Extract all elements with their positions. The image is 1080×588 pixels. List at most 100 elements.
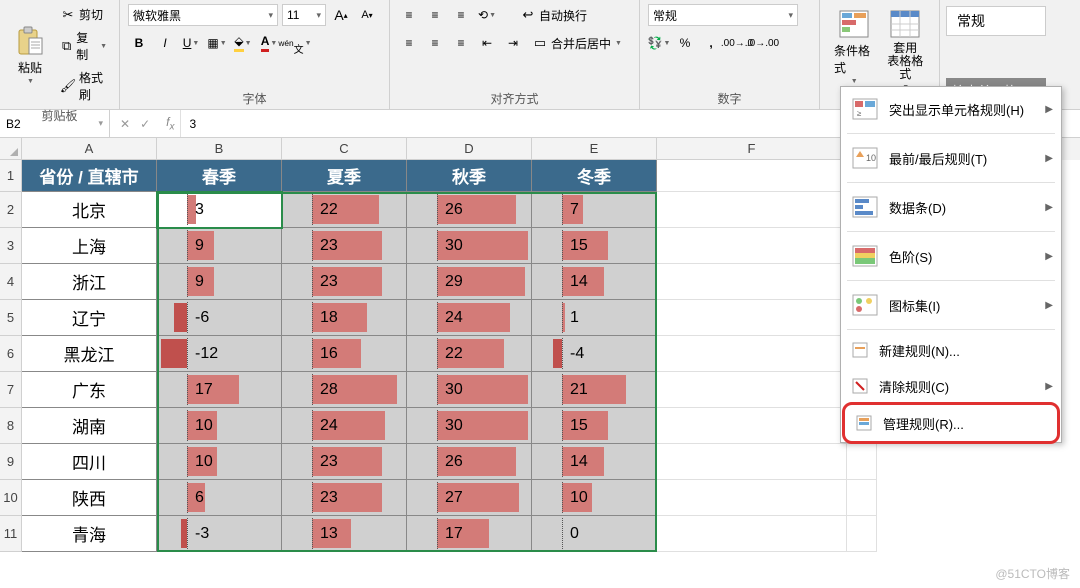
comma-button[interactable]: , [700, 32, 722, 54]
cf-manage-rules[interactable]: 管理规则(R)... [842, 402, 1060, 444]
increase-font-button[interactable]: A▴ [330, 4, 352, 26]
label-cell[interactable]: 上海 [22, 228, 157, 264]
data-cell[interactable]: 6 [157, 480, 282, 516]
data-cell[interactable]: 18 [282, 300, 407, 336]
column-header-C[interactable]: C [282, 138, 407, 160]
data-cell[interactable]: 0 [532, 516, 657, 552]
row-header-10[interactable]: 10 [0, 480, 22, 516]
empty-cell[interactable] [847, 516, 877, 552]
data-cell[interactable]: 30 [407, 408, 532, 444]
number-format-select[interactable]: 常规 [648, 4, 798, 26]
column-header-F[interactable]: F [657, 138, 847, 160]
header-cell[interactable]: 省份 / 直辖市 [22, 160, 157, 192]
underline-button[interactable]: U▼ [180, 32, 202, 54]
align-top-button[interactable]: ≡ [398, 4, 420, 26]
row-header-11[interactable]: 11 [0, 516, 22, 552]
currency-button[interactable]: 💱▼ [648, 32, 670, 54]
data-cell[interactable]: 30 [407, 228, 532, 264]
phonetic-button[interactable]: wén文▼ [284, 32, 306, 54]
data-cell[interactable]: 24 [282, 408, 407, 444]
italic-button[interactable]: I [154, 32, 176, 54]
data-cell[interactable]: 21 [532, 372, 657, 408]
merge-center-button[interactable]: ▭合并后居中▼ [528, 33, 626, 54]
header-cell[interactable]: 春季 [157, 160, 282, 192]
empty-cell[interactable] [657, 480, 847, 516]
data-cell[interactable]: 14 [532, 444, 657, 480]
indent-decrease-button[interactable]: ⇤ [476, 32, 498, 54]
font-size-select[interactable]: 11 [282, 4, 326, 26]
align-middle-button[interactable]: ≡ [424, 4, 446, 26]
orientation-button[interactable]: ⟲▼ [476, 4, 498, 26]
data-cell[interactable]: 7 [532, 192, 657, 228]
data-cell[interactable]: -3 [157, 516, 282, 552]
row-header-7[interactable]: 7 [0, 372, 22, 408]
label-cell[interactable]: 青海 [22, 516, 157, 552]
row-header-2[interactable]: 2 [0, 192, 22, 228]
row-header-5[interactable]: 5 [0, 300, 22, 336]
label-cell[interactable]: 浙江 [22, 264, 157, 300]
percent-button[interactable]: % [674, 32, 696, 54]
data-cell[interactable]: 22 [407, 336, 532, 372]
label-cell[interactable]: 北京 [22, 192, 157, 228]
format-painter-button[interactable]: 🖌格式刷 [56, 67, 111, 105]
header-cell[interactable]: 夏季 [282, 160, 407, 192]
table-format-button[interactable]: 套用 表格格式 ▼ [880, 4, 932, 95]
empty-cell[interactable] [657, 192, 847, 228]
header-cell[interactable]: 秋季 [407, 160, 532, 192]
column-header-D[interactable]: D [407, 138, 532, 160]
cf-data-bars[interactable]: 数据条(D) ▶ [841, 185, 1061, 229]
cf-clear-rules[interactable]: 清除规则(C) ▶ [841, 368, 1061, 404]
paste-button[interactable]: 粘贴 ▼ [8, 21, 52, 89]
empty-cell[interactable] [847, 480, 877, 516]
increase-decimal-button[interactable]: .00→.0 [726, 32, 748, 54]
data-cell[interactable]: -4 [532, 336, 657, 372]
bold-button[interactable]: B [128, 32, 150, 54]
border-button[interactable]: ▦▼ [206, 32, 228, 54]
label-cell[interactable]: 辽宁 [22, 300, 157, 336]
label-cell[interactable]: 黑龙江 [22, 336, 157, 372]
name-box[interactable]: B2 [0, 110, 110, 137]
data-cell[interactable]: 23 [282, 444, 407, 480]
empty-cell[interactable] [657, 516, 847, 552]
data-cell[interactable]: 16 [282, 336, 407, 372]
data-cell[interactable]: 26 [407, 444, 532, 480]
decrease-decimal-button[interactable]: .0→.00 [752, 32, 774, 54]
data-cell[interactable]: 24 [407, 300, 532, 336]
empty-cell[interactable] [657, 300, 847, 336]
data-cell[interactable]: 27 [407, 480, 532, 516]
data-cell[interactable]: 15 [532, 228, 657, 264]
empty-cell[interactable] [657, 408, 847, 444]
data-cell[interactable]: 23 [282, 264, 407, 300]
cut-button[interactable]: ✂剪切 [56, 4, 111, 25]
data-cell[interactable]: 22 [282, 192, 407, 228]
column-header-B[interactable]: B [157, 138, 282, 160]
row-header-1[interactable]: 1 [0, 160, 22, 192]
font-family-select[interactable]: 微软雅黑 [128, 4, 278, 26]
data-cell[interactable]: 10 [157, 408, 282, 444]
cf-top-bottom[interactable]: 10 最前/最后规则(T) ▶ [841, 136, 1061, 180]
align-bottom-button[interactable]: ≡ [450, 4, 472, 26]
decrease-font-button[interactable]: A▾ [356, 4, 378, 26]
label-cell[interactable]: 湖南 [22, 408, 157, 444]
align-left-button[interactable]: ≡ [398, 32, 420, 54]
header-cell[interactable]: 冬季 [532, 160, 657, 192]
data-cell[interactable]: 23 [282, 480, 407, 516]
align-center-button[interactable]: ≡ [424, 32, 446, 54]
select-all-corner[interactable] [0, 138, 22, 160]
cf-icon-sets[interactable]: 图标集(I) ▶ [841, 283, 1061, 327]
copy-button[interactable]: ⧉复制▼ [56, 27, 111, 65]
row-header-8[interactable]: 8 [0, 408, 22, 444]
fill-color-button[interactable]: ⬙▼ [232, 32, 254, 54]
data-cell[interactable]: 9 [157, 264, 282, 300]
data-cell[interactable]: 9 [157, 228, 282, 264]
data-cell[interactable]: 23 [282, 228, 407, 264]
data-cell[interactable]: 13 [282, 516, 407, 552]
row-header-6[interactable]: 6 [0, 336, 22, 372]
cf-color-scales[interactable]: 色阶(S) ▶ [841, 234, 1061, 278]
label-cell[interactable]: 四川 [22, 444, 157, 480]
empty-cell[interactable] [657, 372, 847, 408]
label-cell[interactable]: 陕西 [22, 480, 157, 516]
row-header-3[interactable]: 3 [0, 228, 22, 264]
data-cell[interactable]: 17 [157, 372, 282, 408]
column-header-E[interactable]: E [532, 138, 657, 160]
